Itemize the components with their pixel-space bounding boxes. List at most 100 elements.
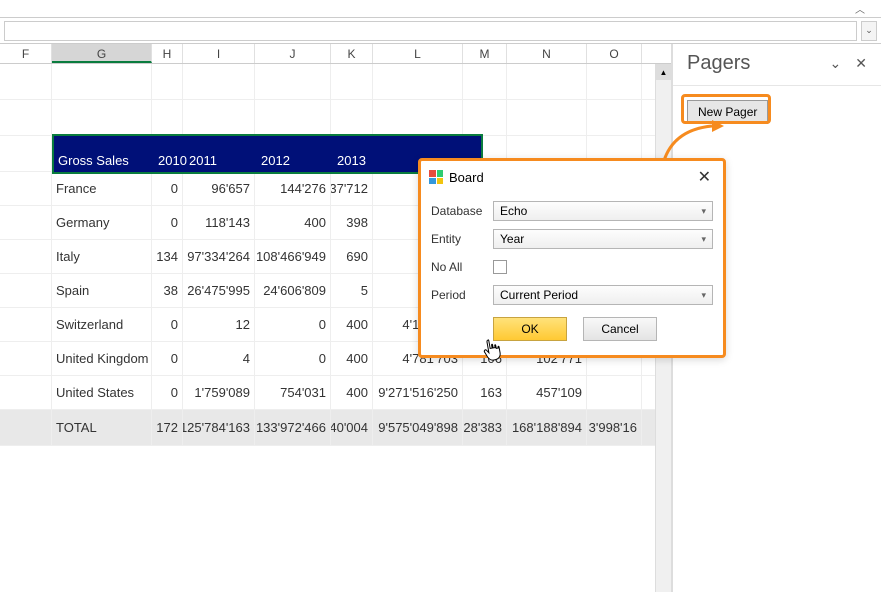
cell[interactable]: 0 (152, 376, 183, 409)
cell[interactable]: 38 (152, 274, 183, 307)
cell[interactable] (255, 100, 331, 135)
cell[interactable] (0, 136, 52, 171)
cell[interactable]: 118'143 (183, 206, 255, 239)
cell[interactable]: 12 (183, 308, 255, 341)
cell[interactable] (331, 100, 373, 135)
row-label[interactable]: Italy (52, 240, 152, 273)
cell[interactable]: 134 (152, 240, 183, 273)
cell[interactable]: 457'109 (507, 376, 587, 409)
cell[interactable] (507, 100, 587, 135)
column-header-G[interactable]: G (52, 44, 152, 63)
cell[interactable] (0, 342, 52, 375)
cell[interactable] (0, 308, 52, 341)
cell[interactable]: 400 (331, 308, 373, 341)
cell[interactable] (52, 64, 152, 99)
cell[interactable]: 108'466'949 (255, 240, 331, 273)
column-header-L[interactable]: L (373, 44, 463, 63)
cell[interactable]: 97'334'264 (183, 240, 255, 273)
collapse-up-icon[interactable]: ︿ (855, 1, 865, 16)
ok-button[interactable]: OK (493, 317, 567, 341)
cell[interactable]: 168'188'894 (507, 410, 587, 445)
cell[interactable] (0, 64, 52, 99)
row-label[interactable]: Spain (52, 274, 152, 307)
column-header-F[interactable]: F (0, 44, 52, 63)
row-label[interactable]: Germany (52, 206, 152, 239)
cell[interactable]: 398 (331, 206, 373, 239)
formula-dropdown[interactable]: ⌄ (861, 21, 877, 41)
cell[interactable]: 163 (463, 376, 507, 409)
column-header-M[interactable]: M (463, 44, 507, 63)
cell[interactable] (0, 172, 52, 205)
cell[interactable]: 0 (255, 342, 331, 375)
cell[interactable]: 0 (255, 308, 331, 341)
column-header-H[interactable]: H (152, 44, 183, 63)
cell[interactable] (373, 64, 463, 99)
cell[interactable]: 133'972'466 (255, 410, 331, 445)
cell[interactable]: 754'031 (255, 376, 331, 409)
cell[interactable]: 400 (255, 206, 331, 239)
cell[interactable]: 690 (331, 240, 373, 273)
dialog-close-icon[interactable]: ✕ (694, 167, 715, 187)
entity-dropdown[interactable]: Year ▾ (493, 229, 713, 249)
cell[interactable]: 26'475'995 (183, 274, 255, 307)
column-header-K[interactable]: K (331, 44, 373, 63)
cell[interactable]: 5 (331, 274, 373, 307)
close-icon[interactable]: ✕ (855, 55, 867, 72)
cell[interactable]: 1'759'089 (183, 376, 255, 409)
row-label[interactable]: TOTAL (52, 410, 152, 445)
column-header-N[interactable]: N (507, 44, 587, 63)
cell[interactable] (463, 100, 507, 135)
cell[interactable]: 40'004 (331, 410, 373, 445)
cell[interactable]: 400 (331, 342, 373, 375)
cell[interactable] (331, 64, 373, 99)
cell[interactable] (0, 206, 52, 239)
cell[interactable]: 172 (152, 410, 183, 445)
cell[interactable] (152, 100, 183, 135)
scroll-up-icon[interactable]: ▲ (656, 64, 671, 80)
database-dropdown[interactable]: Echo ▾ (493, 201, 713, 221)
column-header-J[interactable]: J (255, 44, 331, 63)
formula-input[interactable] (4, 21, 857, 41)
row-label[interactable]: United Kingdom (52, 342, 152, 375)
cell[interactable] (0, 410, 52, 445)
cell[interactable] (0, 274, 52, 307)
cell[interactable] (0, 376, 52, 409)
cell[interactable]: 3'998'16 (587, 410, 642, 445)
cell[interactable] (587, 64, 642, 99)
cancel-button[interactable]: Cancel (583, 317, 657, 341)
cell[interactable]: 0 (152, 308, 183, 341)
row-label[interactable]: United States (52, 376, 152, 409)
cell[interactable] (507, 64, 587, 99)
row-label[interactable]: Switzerland (52, 308, 152, 341)
cell[interactable] (183, 64, 255, 99)
cell[interactable]: 24'606'809 (255, 274, 331, 307)
column-header-I[interactable]: I (183, 44, 255, 63)
chevron-down-icon[interactable]: ⌄ (830, 55, 842, 72)
cell[interactable]: 9'575'049'898 (373, 410, 463, 445)
cell[interactable]: 96'657 (183, 172, 255, 205)
cell[interactable]: 125'784'163 (183, 410, 255, 445)
cell[interactable] (373, 100, 463, 135)
cell[interactable] (587, 100, 642, 135)
cell[interactable] (587, 376, 642, 409)
cell[interactable] (183, 100, 255, 135)
cell[interactable]: 400 (331, 376, 373, 409)
cell[interactable]: 9'271'516'250 (373, 376, 463, 409)
cell[interactable]: 0 (152, 342, 183, 375)
period-dropdown[interactable]: Current Period ▾ (493, 285, 713, 305)
cell[interactable] (0, 240, 52, 273)
cell[interactable] (0, 100, 52, 135)
cell[interactable] (152, 64, 183, 99)
cell[interactable] (463, 64, 507, 99)
cell[interactable]: 0 (152, 172, 183, 205)
row-label[interactable]: France (52, 172, 152, 205)
cell[interactable]: 37'712 (331, 172, 373, 205)
cell[interactable] (255, 64, 331, 99)
noall-checkbox[interactable] (493, 260, 507, 274)
cell[interactable]: 0 (152, 206, 183, 239)
cell[interactable]: 4 (183, 342, 255, 375)
column-header-O[interactable]: O (587, 44, 642, 63)
cell[interactable]: 28'383 (463, 410, 507, 445)
cell[interactable]: 144'276 (255, 172, 331, 205)
cell[interactable] (52, 100, 152, 135)
